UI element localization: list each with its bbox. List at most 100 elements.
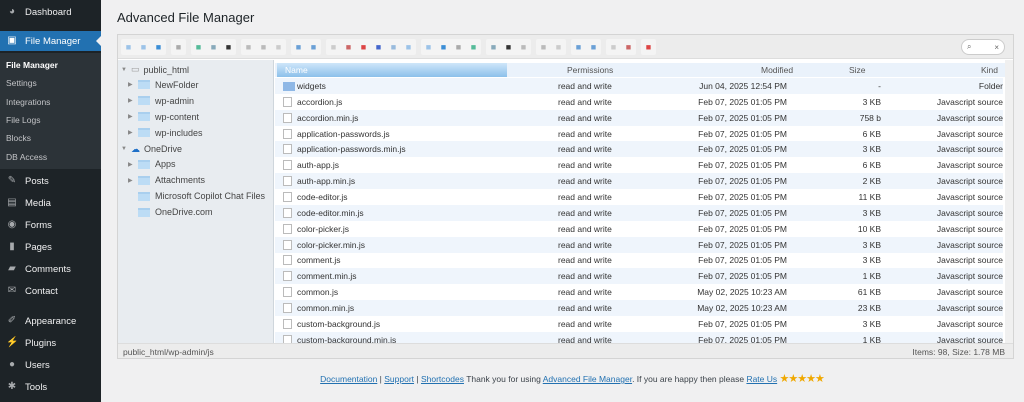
rating-stars-icon[interactable]: ★★★★★	[780, 373, 825, 385]
toolbar-button-icon[interactable]: ■	[206, 39, 221, 55]
column-kind[interactable]: Kind	[981, 65, 998, 75]
tree-node[interactable]: Microsoft Copilot Chat Files	[128, 191, 265, 201]
sidebar-item-file-manager[interactable]: ▣ File Manager	[0, 31, 101, 51]
search-input[interactable]: ⌕ ×	[961, 39, 1005, 55]
toolbar-button-icon[interactable]: ■	[536, 39, 551, 55]
afm-link[interactable]: Advanced File Manager	[543, 374, 632, 384]
submenu-item-integrations[interactable]: Integrations	[6, 97, 50, 107]
toolbar-button-icon[interactable]: ■	[151, 39, 166, 55]
tree-node[interactable]: ▶ wp-admin	[128, 96, 194, 106]
toolbar-button-icon[interactable]: ■	[436, 39, 451, 55]
tree-node[interactable]: OneDrive.com	[128, 207, 213, 217]
toolbar-button-icon[interactable]: ■	[571, 39, 586, 55]
submenu-item-settings[interactable]: Settings	[6, 78, 37, 88]
file-row[interactable]: code-editor.js read and write Feb 07, 2025…	[275, 189, 1003, 205]
file-kind: Javascript source	[936, 271, 1003, 282]
file-row[interactable]: accordion.min.js read and write Feb 07, 20…	[275, 109, 1003, 126]
toolbar-button-icon[interactable]: ■	[371, 39, 386, 55]
dashboard-icon: ◕	[8, 6, 16, 17]
column-name[interactable]: Name	[277, 63, 507, 77]
sidebar-item-media[interactable]: ▤ Media	[0, 193, 101, 213]
toolbar-button-icon[interactable]: ■	[401, 39, 416, 55]
toolbar-button-icon[interactable]: ■	[306, 39, 321, 55]
tree-node[interactable]: ▶ wp-content	[128, 112, 199, 122]
toolbar-button-icon[interactable]: ■	[136, 39, 151, 55]
documentation-link[interactable]: Documentation	[320, 374, 377, 384]
tree-node[interactable]: ▶ NewFolder	[128, 80, 199, 90]
submenu-item-file-logs[interactable]: File Logs	[6, 115, 41, 125]
shortcodes-link[interactable]: Shortcodes	[421, 374, 464, 384]
expand-arrow-icon[interactable]: ▼	[121, 146, 131, 152]
sidebar-item-posts[interactable]: ✎ Posts	[0, 171, 101, 191]
toolbar-button-icon[interactable]: ■	[621, 39, 636, 55]
sidebar-item-comments[interactable]: ▰ Comments	[0, 259, 101, 279]
expand-arrow-icon[interactable]: ▶	[128, 113, 138, 120]
toolbar-button-icon[interactable]: ■	[256, 39, 271, 55]
tree-node[interactable]: ▼ ☁ OneDrive	[121, 144, 182, 155]
expand-arrow-icon[interactable]: ▶	[128, 81, 138, 88]
file-kind: Javascript source	[936, 112, 1003, 123]
toolbar-button-icon[interactable]: ■	[606, 39, 621, 55]
toolbar-button-icon[interactable]: ■	[641, 39, 656, 55]
toolbar-button-icon[interactable]: ■	[171, 39, 186, 55]
toolbar-button-icon[interactable]: ■	[341, 39, 356, 55]
toolbar-button-icon[interactable]: ■	[386, 39, 401, 55]
sidebar-item-contact[interactable]: ✉ Contact	[0, 281, 101, 301]
toolbar-button-icon[interactable]: ■	[241, 39, 256, 55]
file-row[interactable]: code-editor.min.js read and write Feb 07, …	[275, 204, 1003, 221]
clear-search-icon[interactable]: ×	[994, 43, 999, 52]
column-modified[interactable]: Modified	[761, 65, 793, 75]
sidebar-item-appearance[interactable]: ✐ Appearance	[0, 311, 101, 331]
toolbar-button-icon[interactable]: ■	[516, 39, 531, 55]
support-link[interactable]: Support	[384, 374, 414, 384]
column-size[interactable]: Size	[849, 65, 866, 75]
toolbar-button-icon[interactable]: ■	[421, 39, 436, 55]
file-row[interactable]: custom-background.js read and write Feb 07…	[275, 316, 1003, 332]
toolbar-button-icon[interactable]: ■	[501, 39, 516, 55]
toolbar-button-icon[interactable]: ■	[586, 39, 601, 55]
expand-arrow-icon[interactable]: ▶	[128, 161, 138, 168]
expand-arrow-icon[interactable]: ▼	[121, 67, 131, 73]
file-row[interactable]: application-passwords.js read and write Fe…	[275, 126, 1003, 142]
file-row[interactable]: auth-app.min.js read and write Feb 07, 202…	[275, 173, 1003, 190]
toolbar-button-icon[interactable]: ■	[191, 39, 206, 55]
file-row[interactable]: comment.min.js read and write Feb 07, 2025…	[275, 268, 1003, 285]
tree-node[interactable]: ▶ wp-includes	[128, 128, 203, 138]
sidebar-item-dashboard[interactable]: ◕ Dashboard	[0, 2, 101, 22]
toolbar-button-icon[interactable]: ■	[486, 39, 501, 55]
toolbar-button-icon[interactable]: ■	[291, 39, 306, 55]
toolbar-button-icon[interactable]: ■	[326, 39, 341, 55]
vertical-scrollbar[interactable]	[1005, 60, 1013, 344]
toolbar-button-icon[interactable]: ■	[221, 39, 236, 55]
toolbar-button-icon[interactable]: ■	[121, 39, 136, 55]
submenu-item-file-manager[interactable]: File Manager	[6, 60, 58, 70]
file-row[interactable]: color-picker.min.js read and write Feb 07,…	[275, 236, 1003, 253]
file-row[interactable]: common.js read and write May 02, 2025 10:2…	[275, 284, 1003, 300]
toolbar-button-icon[interactable]: ■	[356, 39, 371, 55]
expand-arrow-icon[interactable]: ▶	[128, 177, 138, 184]
toolbar-button-icon[interactable]: ■	[271, 39, 286, 55]
sidebar-item-pages[interactable]: ▮ Pages	[0, 237, 101, 257]
file-kind: Javascript source	[936, 255, 1003, 266]
file-row[interactable]: widgets read and write Jun 04, 2025 12:54 …	[275, 78, 1003, 94]
file-row[interactable]: application-passwords.min.js read and wri…	[275, 141, 1003, 158]
rate-us-link[interactable]: Rate Us	[746, 374, 777, 384]
file-row[interactable]: common.min.js read and write May 02, 2025 …	[275, 299, 1003, 316]
tree-node[interactable]: ▶ Attachments	[128, 175, 205, 185]
sidebar-item-plugins[interactable]: ⚡ Plugins	[0, 333, 101, 353]
submenu-item-db-access[interactable]: DB Access	[6, 152, 47, 162]
toolbar-button-icon[interactable]: ■	[466, 39, 481, 55]
tree-node[interactable]: ▼ ▭ public_html	[121, 64, 189, 75]
tree-node[interactable]: ▶ Apps	[128, 159, 176, 169]
sidebar-item-forms[interactable]: ◉ Forms	[0, 215, 101, 235]
submenu-item-blocks[interactable]: Blocks	[6, 133, 31, 143]
expand-arrow-icon[interactable]: ▶	[128, 97, 138, 104]
file-row[interactable]: comment.js read and write Feb 07, 2025 01:…	[275, 252, 1003, 268]
column-permissions[interactable]: Permissions	[567, 65, 613, 75]
file-row[interactable]: auth-app.js read and write Feb 07, 2025 01…	[275, 157, 1003, 173]
file-row[interactable]: color-picker.js read and write Feb 07, 202…	[275, 221, 1003, 237]
file-row[interactable]: accordion.js read and write Feb 07, 2025 0…	[275, 94, 1003, 110]
toolbar-button-icon[interactable]: ■	[451, 39, 466, 55]
toolbar-button-icon[interactable]: ■	[551, 39, 566, 55]
expand-arrow-icon[interactable]: ▶	[128, 129, 138, 136]
